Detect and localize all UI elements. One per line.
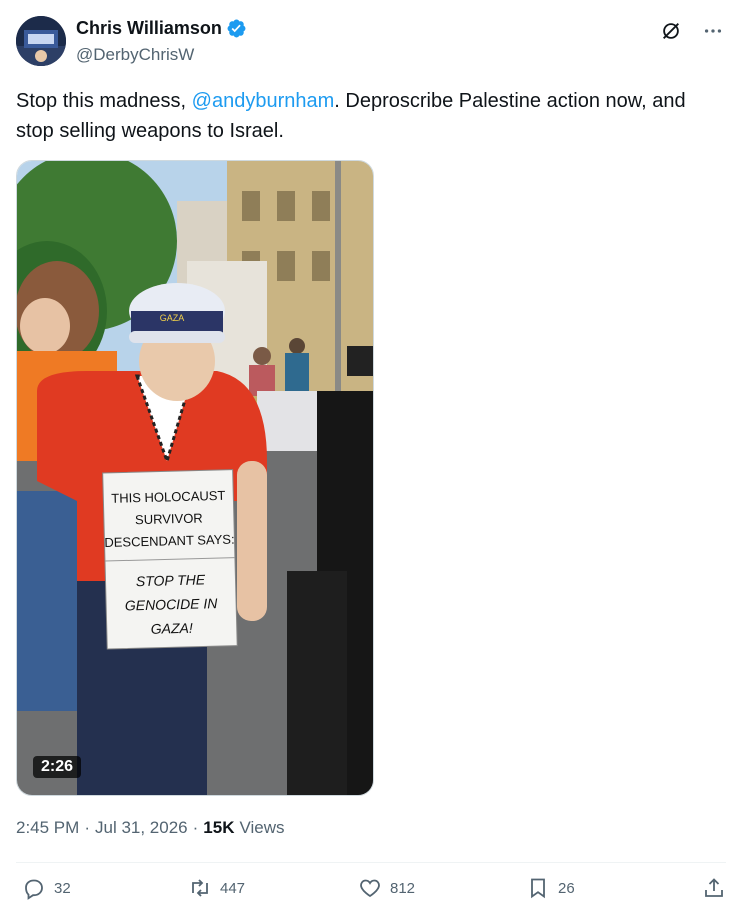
retweet-icon	[192, 879, 208, 897]
sign-line-2: SURVIVOR	[135, 510, 203, 527]
views-count[interactable]: 15K	[203, 818, 234, 838]
share-icon	[705, 878, 723, 897]
retweet-button[interactable]: 447	[188, 876, 245, 900]
sign-line-6: GAZA!	[151, 620, 194, 637]
cap-text: GAZA	[160, 313, 185, 323]
more-icon[interactable]	[700, 18, 726, 44]
sign-line-1: THIS HOLOCAUST	[111, 488, 226, 506]
bookmark-button[interactable]: 26	[526, 876, 575, 900]
share-button[interactable]	[702, 876, 726, 900]
reply-button[interactable]: 32	[22, 876, 71, 900]
action-bar: 32 447 812 26	[16, 876, 726, 910]
video-duration: 2:26	[33, 756, 82, 778]
like-button[interactable]: 812	[358, 876, 415, 900]
bookmark-count: 26	[558, 879, 575, 897]
video-thumbnail: GAZA THIS HOLOCAUST SURVIVOR DESCENDANT …	[17, 161, 373, 795]
video-player[interactable]: GAZA THIS HOLOCAUST SURVIVOR DESCENDANT …	[16, 160, 374, 796]
like-count: 812	[390, 879, 416, 897]
author-name[interactable]: Chris Williamson	[76, 18, 222, 39]
views-label: Views	[239, 818, 285, 837]
reply-count: 32	[54, 879, 71, 897]
heart-icon	[360, 879, 380, 898]
reply-icon	[25, 879, 43, 900]
mention-link[interactable]: @andyburnham	[192, 90, 335, 112]
divider	[16, 862, 726, 863]
verified-badge-icon	[227, 19, 246, 38]
tweet-meta: 2:45 PM · Jul 31, 2026 · 15K Views	[16, 818, 285, 838]
tweet-text: Stop this madness, @andyburnham. Deprosc…	[16, 86, 726, 146]
grok-icon[interactable]	[658, 18, 684, 44]
sign-line-4: STOP THE	[136, 571, 206, 589]
author-handle[interactable]: @DerbyChrisW	[76, 45, 194, 65]
avatar[interactable]	[16, 16, 66, 66]
avatar-image	[16, 16, 66, 66]
meta-separator: ·	[84, 818, 90, 837]
bookmark-icon	[531, 878, 545, 899]
tweet-time[interactable]: 2:45 PM	[16, 818, 79, 838]
sign-line-5: GENOCIDE IN	[125, 595, 219, 613]
retweet-count: 447	[220, 879, 246, 897]
tweet-date[interactable]: Jul 31, 2026	[95, 818, 188, 838]
meta-separator: ·	[192, 818, 199, 837]
tweet-text-before: Stop this madness,	[16, 90, 192, 112]
